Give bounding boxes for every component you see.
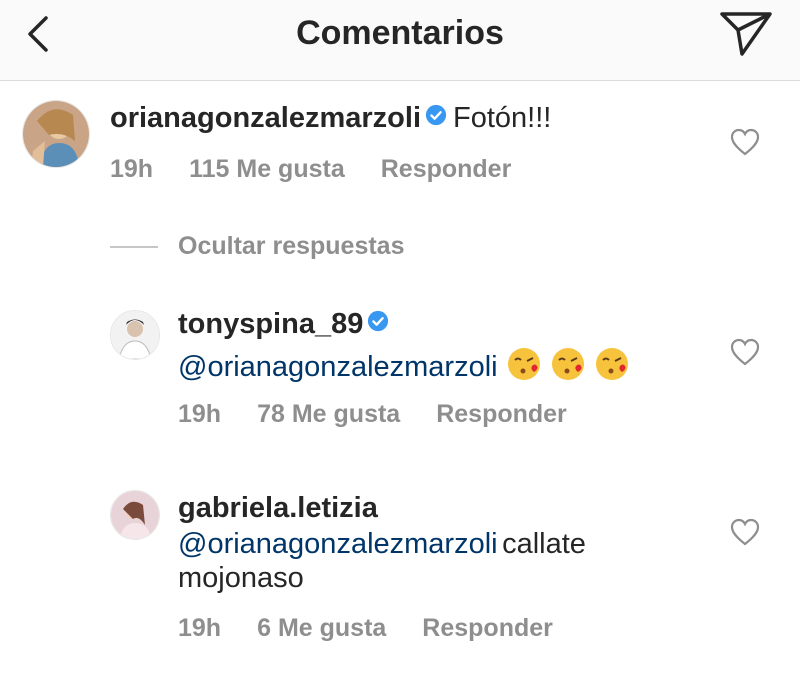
reply-button[interactable]: Responder (422, 614, 553, 642)
reply-time: 19h (178, 400, 222, 428)
reply-meta: 19h 78 Me gusta Responder (178, 400, 603, 429)
comment-meta: 19h 115 Me gusta Responder (110, 155, 547, 184)
avatar[interactable] (22, 100, 90, 168)
reply-likes[interactable]: 78 Me gusta (257, 400, 400, 428)
reply-button[interactable]: Responder (381, 155, 512, 183)
kissing-face-emoji-icon (507, 348, 540, 380)
reply-button[interactable]: Responder (436, 400, 567, 428)
reply-likes[interactable]: 6 Me gusta (257, 614, 386, 642)
reply-text: callate (502, 528, 586, 560)
comment-username[interactable]: orianagonzalezmarzoli (110, 102, 421, 134)
reply-username[interactable]: tonyspina_89 (178, 308, 363, 340)
mention-link[interactable]: @orianagonzalezmarzoli (178, 528, 498, 560)
hide-replies-button[interactable]: Ocultar respuestas (178, 232, 405, 261)
avatar[interactable] (110, 310, 160, 360)
verified-badge-icon (368, 310, 389, 332)
avatar[interactable] (110, 490, 160, 540)
comment-text: Fotón!!! (453, 102, 552, 134)
heart-icon[interactable] (730, 128, 760, 156)
heart-icon[interactable] (730, 518, 760, 546)
heart-icon[interactable] (730, 338, 760, 366)
emoji-group (498, 348, 630, 380)
top-bar: Comentarios (0, 0, 800, 81)
mention-link[interactable]: @orianagonzalezmarzoli (178, 351, 498, 383)
reply-username[interactable]: gabriela.letizia (178, 492, 378, 524)
replies-divider (110, 246, 158, 248)
reply-time: 19h (178, 614, 222, 642)
reply-meta: 19h 6 Me gusta Responder (178, 614, 589, 643)
comment-time: 19h (110, 155, 154, 183)
comment-likes[interactable]: 115 Me gusta (189, 155, 345, 183)
reply-text-continued: mojonaso (178, 562, 304, 594)
verified-badge-icon (425, 104, 447, 126)
page-title: Comentarios (296, 14, 504, 52)
paper-plane-icon[interactable] (718, 8, 774, 58)
kissing-face-emoji-icon (551, 348, 584, 380)
kissing-face-emoji-icon (595, 348, 628, 380)
